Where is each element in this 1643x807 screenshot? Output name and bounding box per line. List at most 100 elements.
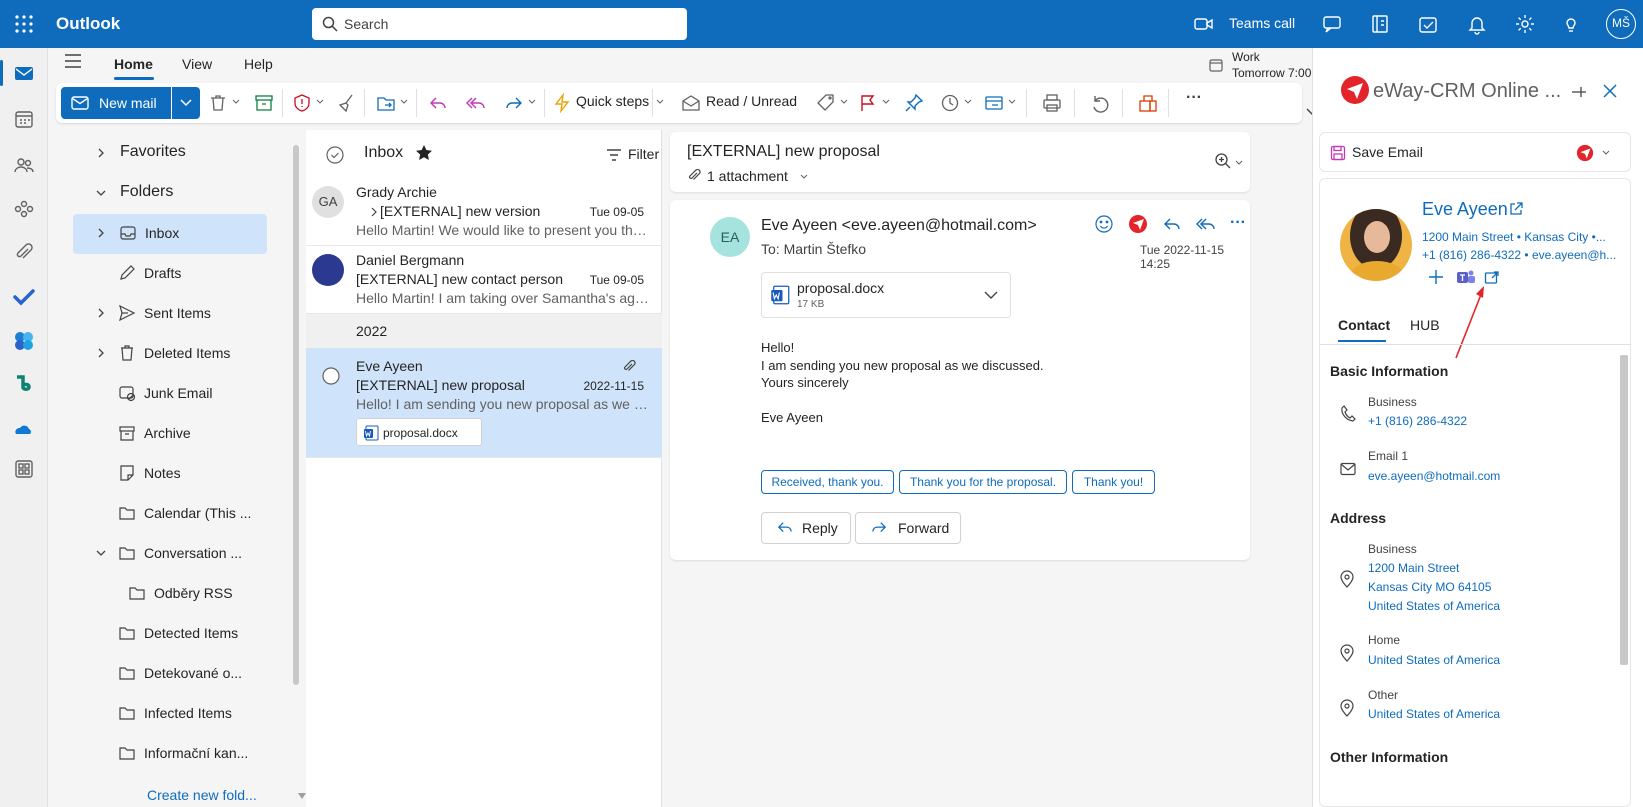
smiley-icon[interactable]: [1094, 214, 1114, 234]
reply-icon[interactable]: [428, 93, 448, 113]
folder-sent-items[interactable]: Sent Items: [48, 294, 290, 332]
folder-calendar[interactable]: Calendar (This ...: [48, 494, 290, 532]
address-line[interactable]: United States of America: [1368, 653, 1500, 667]
move-to-folder-icon[interactable]: [376, 93, 396, 113]
folder-pane-scrollbar[interactable]: [293, 145, 299, 685]
folder-detekovane[interactable]: Detekované o...: [48, 654, 290, 692]
add-icon[interactable]: [1428, 269, 1444, 285]
tasks-icon[interactable]: [1417, 13, 1439, 35]
read-unread-button[interactable]: Read / Unread: [706, 93, 797, 109]
viva-icon[interactable]: [13, 330, 35, 352]
select-checkbox[interactable]: [322, 367, 340, 385]
groups-icon[interactable]: [13, 198, 35, 220]
chevron-down-icon[interactable]: [316, 99, 324, 105]
address-line[interactable]: United States of America: [1368, 599, 1500, 613]
paperclip-icon[interactable]: [13, 242, 35, 264]
more-apps-icon[interactable]: [13, 458, 35, 480]
video-call-icon[interactable]: [1193, 13, 1215, 35]
chevron-down-icon[interactable]: [984, 291, 998, 300]
folder-rss[interactable]: Odběry RSS: [48, 574, 290, 612]
chevron-down-icon[interactable]: [400, 99, 408, 105]
list-item[interactable]: GA Grady Archie [EXTERNAL] new version T…: [306, 178, 662, 246]
lightning-icon[interactable]: [552, 93, 572, 113]
attachment-count[interactable]: 1 attachment: [707, 168, 788, 184]
chevron-down-icon[interactable]: [1602, 150, 1610, 156]
apps-icon[interactable]: [1138, 93, 1158, 113]
tag-icon[interactable]: [816, 93, 836, 113]
folder-junk-email[interactable]: Junk Email: [48, 374, 290, 412]
gear-icon[interactable]: [1514, 13, 1536, 35]
quick-steps-button[interactable]: Quick steps: [576, 93, 649, 109]
address-line[interactable]: United States of America: [1368, 707, 1500, 721]
app-title[interactable]: Outlook: [56, 14, 120, 34]
folder-deleted-items[interactable]: Deleted Items: [48, 334, 290, 372]
forward-icon[interactable]: [504, 93, 524, 113]
contact-address-line[interactable]: 1200 Main Street • Kansas City •...: [1422, 230, 1606, 244]
attachment-chip[interactable]: proposal.docx: [356, 418, 482, 446]
more-options-icon[interactable]: ···: [1230, 214, 1246, 232]
mail-icon[interactable]: [13, 62, 35, 84]
chat-icon[interactable]: [1321, 13, 1343, 35]
more-options-button[interactable]: ···: [1186, 89, 1202, 107]
calendar-icon[interactable]: [13, 108, 35, 130]
list-item-selected[interactable]: Eve Ayeen [EXTERNAL] new proposal 2022-1…: [306, 348, 662, 458]
folder-detected-items[interactable]: Detected Items: [48, 614, 290, 652]
account-avatar[interactable]: MŠ: [1606, 9, 1636, 39]
hamburger-menu-icon[interactable]: [64, 54, 86, 72]
folder-informacni[interactable]: Informační kan...: [48, 734, 290, 772]
pin-icon[interactable]: [1571, 84, 1587, 100]
undo-icon[interactable]: [1090, 93, 1110, 113]
external-link-icon[interactable]: [1508, 201, 1524, 217]
bookings-icon[interactable]: [13, 374, 35, 396]
delete-icon[interactable]: [208, 93, 228, 113]
tab-contact[interactable]: Contact: [1338, 317, 1390, 333]
eway-crm-icon[interactable]: [1576, 144, 1594, 162]
close-icon[interactable]: [1603, 84, 1617, 98]
chevron-down-icon[interactable]: [656, 99, 664, 105]
forward-button[interactable]: Forward: [855, 512, 961, 544]
lightbulb-icon[interactable]: [1560, 13, 1582, 35]
filter-button[interactable]: Filter: [628, 146, 659, 162]
tab-help[interactable]: Help: [244, 56, 273, 72]
reply-icon[interactable]: [1162, 214, 1182, 234]
tab-home[interactable]: Home: [114, 56, 153, 72]
address-line[interactable]: Kansas City MO 64105: [1368, 580, 1491, 594]
reply-all-icon[interactable]: [1196, 214, 1216, 234]
chevron-down-icon[interactable]: [800, 174, 808, 180]
teams-call-button[interactable]: Teams call: [1229, 15, 1295, 31]
save-email-button[interactable]: Save Email: [1352, 144, 1423, 160]
create-new-folder-link[interactable]: Create new fold...: [147, 787, 257, 803]
chevron-down-icon[interactable]: [840, 99, 848, 105]
contact-phone-email-line[interactable]: +1 (816) 286-4322 • eve.ayeen@h...: [1422, 248, 1616, 262]
sender-name[interactable]: Eve Ayeen <eve.ayeen@hotmail.com>: [761, 217, 1037, 235]
bell-icon[interactable]: [1466, 13, 1488, 35]
folder-archive[interactable]: Archive: [48, 414, 290, 452]
business-phone[interactable]: +1 (816) 286-4322: [1368, 414, 1467, 428]
flag-icon[interactable]: [858, 93, 878, 113]
new-mail-button[interactable]: New mail: [61, 87, 171, 119]
attachment-card[interactable]: proposal.docx 17 KB: [761, 272, 1011, 318]
chevron-down-icon[interactable]: [1008, 99, 1016, 105]
snooze-icon[interactable]: [940, 93, 960, 113]
sender-avatar[interactable]: EA: [710, 217, 750, 257]
app-launcher-icon[interactable]: [14, 14, 34, 34]
folder-drafts[interactable]: Drafts: [48, 254, 290, 292]
report-icon[interactable]: [292, 93, 312, 113]
save-icon[interactable]: [1330, 145, 1346, 161]
crm-scrollbar[interactable]: [1620, 355, 1628, 665]
sweep-icon[interactable]: [336, 93, 356, 113]
folder-conversation[interactable]: Conversation ...: [48, 534, 290, 572]
eway-crm-icon[interactable]: [1128, 214, 1148, 234]
print-icon[interactable]: [1042, 93, 1062, 113]
onedrive-icon[interactable]: [13, 418, 35, 440]
zoom-icon[interactable]: [1214, 152, 1232, 170]
rules-icon[interactable]: [984, 93, 1004, 113]
chevron-down-icon[interactable]: [1235, 160, 1243, 166]
envelope-open-icon[interactable]: [681, 93, 701, 113]
select-all-checkbox[interactable]: [326, 146, 344, 164]
folder-notes[interactable]: Notes: [48, 454, 290, 492]
chevron-down-icon[interactable]: [528, 99, 536, 105]
email-link[interactable]: eve.ayeen@hotmail.com: [1368, 469, 1500, 483]
tab-hub[interactable]: HUB: [1410, 317, 1440, 333]
todo-icon[interactable]: [13, 286, 35, 308]
